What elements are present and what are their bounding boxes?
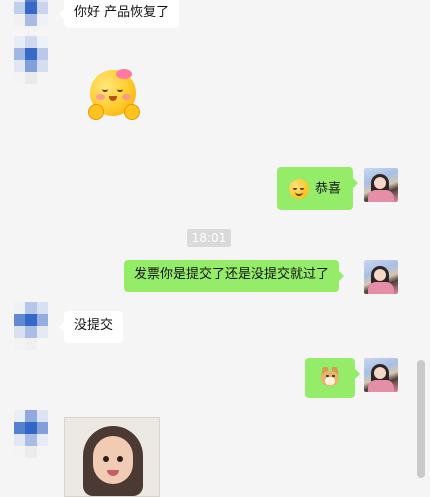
timestamp: 18:01 [187,229,231,247]
image-message-child-photo[interactable] [64,417,160,497]
message-bubble-left[interactable]: 你好 产品恢复了 [58,0,180,28]
message-text: 发票你是提交了还是没提交就过了 [134,267,330,282]
message-bubble-right[interactable]: 恭喜 [277,167,359,210]
message-bubble-right[interactable]: 发票你是提交了还是没提交就过了 [124,260,345,292]
doge-emoji-icon [319,367,341,387]
self-avatar[interactable] [364,358,398,392]
message-text: 你好 产品恢复了 [74,5,170,20]
smiling-face-emoji-icon [289,179,309,199]
message-text: 恭喜 [315,181,342,197]
message-bubble-right[interactable] [305,358,360,398]
contact-avatar[interactable] [14,36,48,84]
chat-window: 你好 产品恢复了 恭喜 18:01 发票你是提交了还是没提交就过了 没提交 [0,0,430,497]
message-text: 没提交 [74,318,114,333]
contact-avatar[interactable] [14,302,48,350]
message-bubble-left[interactable]: 没提交 [58,311,124,343]
self-avatar[interactable] [364,260,398,294]
contact-avatar[interactable] [14,0,48,38]
smiling-blush-emoji-sticker[interactable] [86,68,142,124]
self-avatar[interactable] [364,168,398,202]
contact-avatar[interactable] [14,410,48,458]
scrollbar-thumb[interactable] [417,360,425,478]
